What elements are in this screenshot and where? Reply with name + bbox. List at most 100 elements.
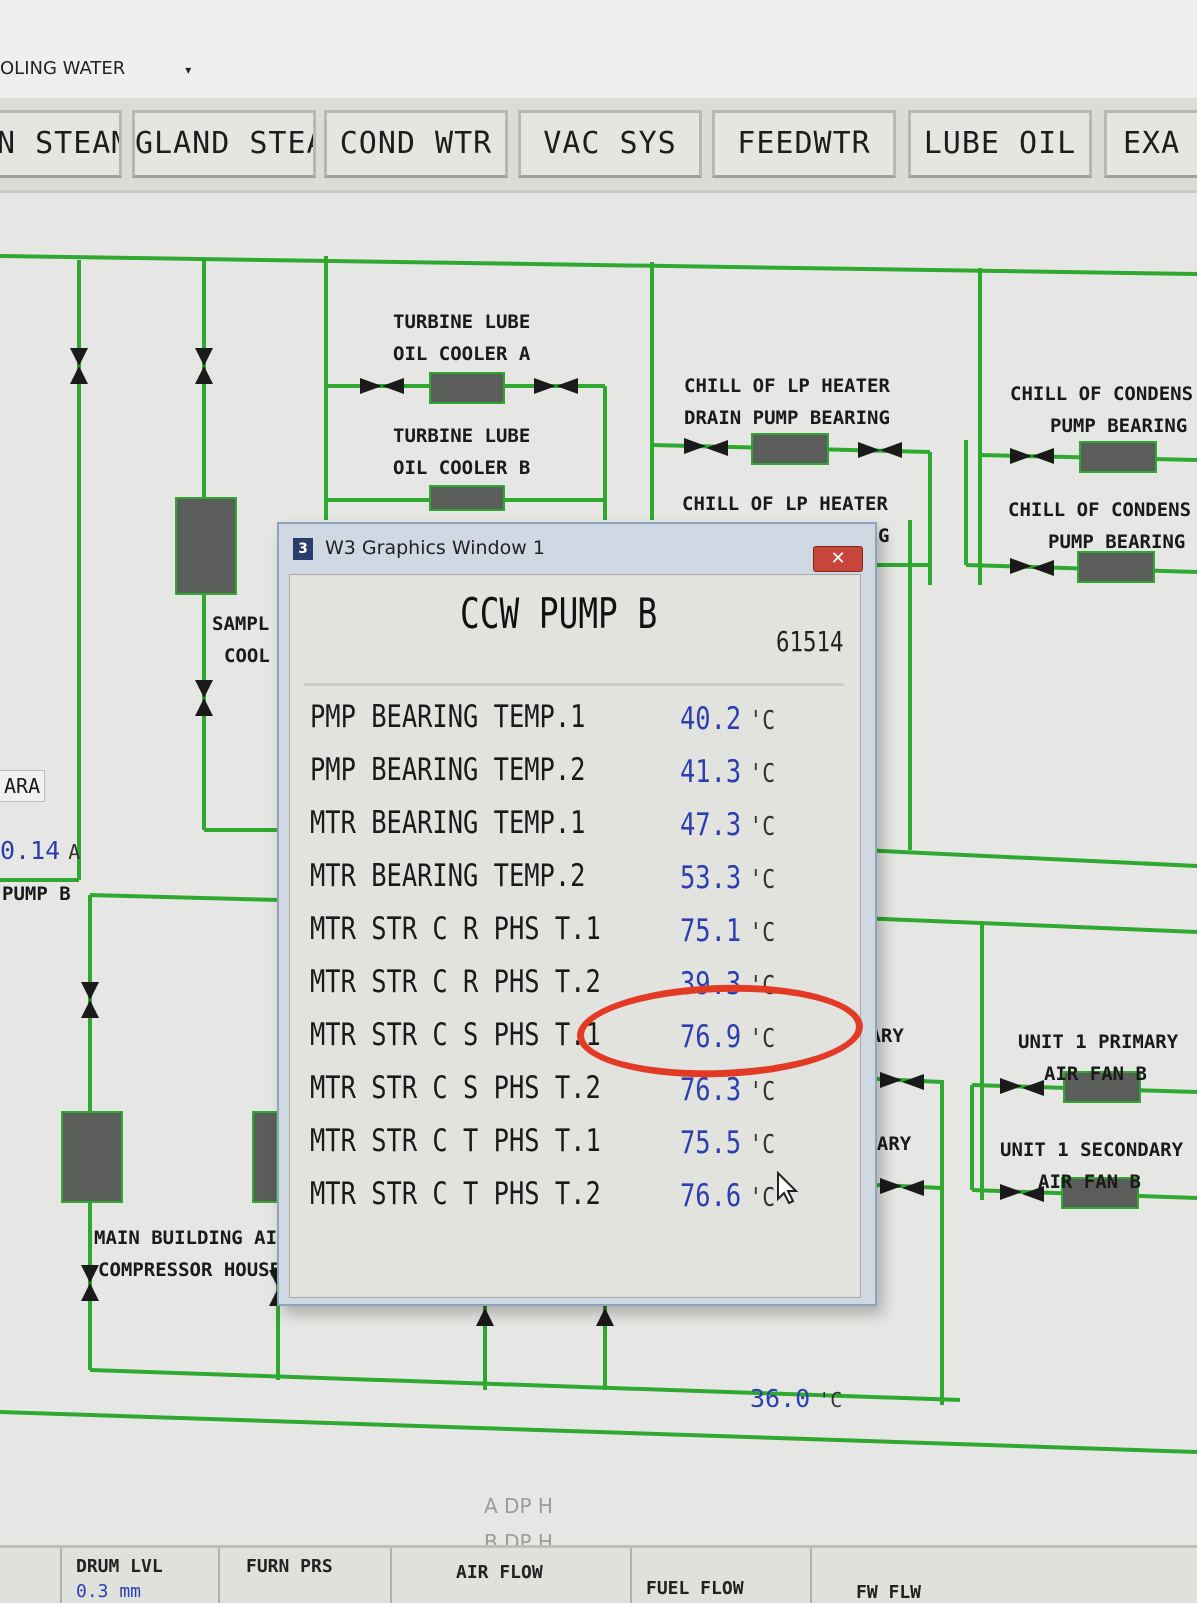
measurement-unit: 'C xyxy=(749,759,776,789)
chevron-down-icon: ▾ xyxy=(185,63,192,77)
divider xyxy=(304,683,844,686)
ara-button[interactable]: ARA xyxy=(0,770,46,802)
label-condens-b-line2: PUMP BEARING xyxy=(1048,531,1186,553)
label-condens-b-line1: CHILL OF CONDENS xyxy=(1008,499,1192,521)
measurement-value: 40.2 xyxy=(680,701,742,737)
bottom-cell-drum-lvl[interactable]: DRUM LVL 0.3 mm xyxy=(60,1548,218,1603)
tab-cond-wtr[interactable]: COND WTR xyxy=(324,110,508,178)
measurement-readout: 40.2 'C xyxy=(680,701,775,737)
measurement-readout: 76.6 'C xyxy=(680,1178,775,1214)
measurement-value: 75.1 xyxy=(680,913,742,949)
label-unit1-primary-line1: UNIT 1 PRIMARY xyxy=(1018,1031,1179,1053)
label-condens-a-line1: CHILL OF CONDENS xyxy=(1010,383,1194,405)
fuel-flow-label: FUEL FLOW xyxy=(646,1578,744,1599)
tab-n-steam[interactable]: N STEAM xyxy=(0,110,122,178)
label-unit1-secondary-line2: AIR FAN B xyxy=(1038,1171,1141,1193)
measurement-label: MTR STR C T PHS T.1 xyxy=(310,1123,601,1159)
label-lp-drain-line2: DRAIN PUMP BEARING xyxy=(684,407,890,429)
measurement-readout: 75.5 'C xyxy=(680,1125,775,1161)
measurement-label: PMP BEARING TEMP.2 xyxy=(310,752,586,788)
tab-bar: N STEAM GLAND STEAM COND WTR VAC SYS FEE… xyxy=(0,98,1197,193)
measurement-label: PMP BEARING TEMP.1 xyxy=(310,699,586,735)
popup-titlebar[interactable]: 3 W3 Graphics Window 1 ✕ xyxy=(279,524,875,574)
measurement-label: MTR STR C T PHS T.2 xyxy=(310,1176,601,1212)
label-lp-heater2-line2: G xyxy=(878,525,890,547)
bottom-cell-air-flow[interactable]: AIR FLOW xyxy=(390,1548,630,1603)
bottom-status-bar: DRUM LVL 0.3 mm FURN PRS AIR FLOW FUEL FL… xyxy=(0,1545,1197,1603)
tab-vac-sys[interactable]: VAC SYS xyxy=(518,110,702,178)
popup-heading: CCW PUMP B xyxy=(460,589,658,638)
list-item: MTR STR C R PHS T.1 75.1 'C xyxy=(310,905,850,957)
header-temp-readout: 36.0 'C xyxy=(750,1384,842,1413)
mouse-pointer-icon xyxy=(777,1171,798,1205)
header-temp-value: 36.0 xyxy=(750,1384,811,1413)
measurement-unit: 'C xyxy=(749,706,776,736)
tab-lube-oil[interactable]: LUBE OIL xyxy=(908,110,1092,178)
measurement-label: MTR BEARING TEMP.2 xyxy=(310,858,586,894)
list-item: MTR BEARING TEMP.1 47.3 'C xyxy=(310,799,850,851)
pump-current-readout: 0.14 A xyxy=(0,836,80,865)
a-dp-indicator: A DP H xyxy=(484,1494,553,1518)
bottom-cell-furn-prs[interactable]: FURN PRS xyxy=(218,1548,390,1603)
tab-gland-steam[interactable]: GLAND STEAM xyxy=(132,110,316,178)
measurement-value: 76.3 xyxy=(680,1072,742,1108)
list-item: MTR STR C T PHS T.2 76.6 'C xyxy=(310,1170,850,1222)
tab-feedwtr[interactable]: FEEDWTR xyxy=(712,110,896,178)
measurement-value: 41.3 xyxy=(680,754,742,790)
label-turbine-lube-b-line2: OIL COOLER B xyxy=(393,457,531,479)
measurement-unit: 'C xyxy=(749,865,776,895)
bottom-cell-fuel-flow[interactable]: FUEL FLOW xyxy=(630,1548,810,1603)
drum-lvl-label: DRUM LVL xyxy=(76,1556,163,1577)
air-flow-label: AIR FLOW xyxy=(456,1562,543,1583)
app-icon: 3 xyxy=(293,538,313,560)
list-item: PMP BEARING TEMP.2 41.3 'C xyxy=(310,746,850,798)
label-unit1-primary-line2: AIR FAN B xyxy=(1044,1063,1147,1085)
list-item: MTR STR C T PHS T.1 75.5 'C xyxy=(310,1117,850,1169)
close-button[interactable]: ✕ xyxy=(813,546,863,572)
label-condens-a-line2: PUMP BEARING xyxy=(1050,415,1188,437)
label-turbine-lube-a-line2: OIL COOLER A xyxy=(393,343,531,365)
measurement-label: MTR STR C R PHS T.2 xyxy=(310,964,601,1000)
list-item: MTR BEARING TEMP.2 53.3 'C xyxy=(310,852,850,904)
measurement-unit: 'C xyxy=(749,1183,776,1213)
bottom-cell-fw-flw[interactable]: FW FLW xyxy=(810,1548,1197,1603)
equipment-id: 61514 xyxy=(776,625,844,658)
label-compressor-line1: MAIN BUILDING AI xyxy=(94,1227,278,1249)
label-sample-cooler-line1: SAMPL xyxy=(212,613,270,635)
top-strip xyxy=(0,0,1197,98)
measurement-label: MTR BEARING TEMP.1 xyxy=(310,805,586,841)
label-lp-drain-line1: CHILL OF LP HEATER xyxy=(684,375,890,397)
label-lp-heater2-line1: CHILL OF LP HEATER xyxy=(682,493,888,515)
measurement-label: MTR STR C R PHS T.1 xyxy=(310,911,601,947)
pump-current-unit: A xyxy=(68,840,81,864)
label-pump-b: PUMP B xyxy=(2,883,71,905)
measurement-value: 75.5 xyxy=(680,1125,742,1161)
measurement-readout: 76.3 'C xyxy=(680,1072,775,1108)
graphics-popup-window[interactable]: 3 W3 Graphics Window 1 ✕ CCW PUMP B 6151… xyxy=(277,522,877,1306)
label-unit1-secondary-line1: UNIT 1 SECONDARY xyxy=(1000,1139,1184,1161)
measurement-label: MTR STR C S PHS T.1 xyxy=(310,1017,601,1053)
measurement-readout: 47.3 'C xyxy=(680,807,775,843)
popup-window-title: W3 Graphics Window 1 xyxy=(325,537,545,559)
measurement-unit: 'C xyxy=(749,812,776,842)
label-turbine-lube-b-line1: TURBINE LUBE xyxy=(393,425,531,447)
pump-current-value: 0.14 xyxy=(0,836,61,865)
measurement-label: MTR STR C S PHS T.2 xyxy=(310,1070,601,1106)
label-compressor-line2: COMPRESSOR HOUSE xyxy=(98,1259,282,1281)
measurement-value: 53.3 xyxy=(680,860,742,896)
drum-lvl-value: 0.3 mm xyxy=(76,1581,142,1602)
furn-prs-label: FURN PRS xyxy=(246,1556,333,1577)
label-sample-cooler-line2: COOL xyxy=(224,645,270,667)
system-dropdown[interactable]: OLING WATER ▾ xyxy=(0,58,191,79)
system-dropdown-value: OLING WATER xyxy=(0,58,126,79)
popup-body: CCW PUMP B 61514 PMP BEARING TEMP.1 40.2 '… xyxy=(289,574,865,1298)
measurement-unit: 'C xyxy=(749,1077,776,1107)
header-temp-unit: 'C xyxy=(818,1388,843,1412)
label-turbine-lube-a-line1: TURBINE LUBE xyxy=(393,311,531,333)
measurement-unit: 'C xyxy=(749,918,776,948)
tab-exa[interactable]: EXA xyxy=(1104,110,1197,178)
measurement-readout: 41.3 'C xyxy=(680,754,775,790)
measurement-value: 76.6 xyxy=(680,1178,742,1214)
measurement-readout: 53.3 'C xyxy=(680,860,775,896)
measurement-readout: 75.1 'C xyxy=(680,913,775,949)
